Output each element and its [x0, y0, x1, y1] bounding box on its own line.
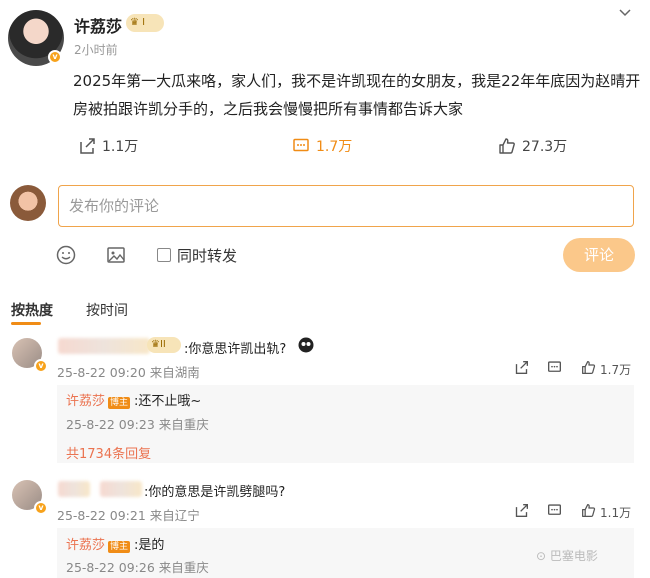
- crown-icon: ♛ I: [126, 14, 164, 32]
- like-count: 27.3万: [522, 139, 568, 155]
- comment-button[interactable]: 1.7万: [292, 136, 352, 156]
- share-button[interactable]: [514, 503, 529, 521]
- author-name[interactable]: 许荔莎: [74, 13, 122, 37]
- repost-checkbox[interactable]: [157, 248, 171, 262]
- reply-meta: 25-8-22 09:23 来自重庆: [66, 417, 209, 432]
- share-button[interactable]: 1.1万: [78, 136, 138, 156]
- more-replies-link[interactable]: 共1734条回复: [66, 443, 151, 462]
- emoji-icon: [298, 337, 314, 357]
- like-icon: [581, 503, 596, 521]
- image-icon[interactable]: [106, 245, 126, 269]
- verified-icon: v: [48, 50, 62, 64]
- commenter-name[interactable]: [58, 481, 90, 497]
- comment-icon: [292, 137, 310, 155]
- reply-text: :还不止哦~: [134, 394, 202, 409]
- verified-icon: v: [34, 501, 48, 515]
- comment-meta: 25-8-22 09:20 来自湖南: [57, 365, 200, 380]
- like-count: 1.1万: [600, 505, 632, 520]
- comment-input[interactable]: 发布你的评论: [58, 185, 634, 227]
- watermark: ⊙ 巴塞电影: [536, 549, 598, 563]
- comment-icon: [547, 503, 562, 521]
- post-text: 2025年第一大瓜来咯，家人们，我不是许凯现在的女朋友，我是22年年底因为赵晴开…: [73, 72, 641, 118]
- blogger-tag: 博主: [108, 541, 131, 553]
- submit-comment-button[interactable]: 评论: [563, 238, 635, 272]
- emoji-icon[interactable]: [56, 245, 76, 269]
- tab-sort-hot[interactable]: 按热度: [11, 300, 53, 320]
- crown-icon: ♛II: [147, 337, 181, 353]
- like-icon: [581, 360, 596, 378]
- share-count: 1.1万: [102, 139, 139, 155]
- comment-meta: 25-8-22 09:21 来自辽宁: [57, 508, 200, 523]
- tab-sort-time[interactable]: 按时间: [86, 300, 128, 320]
- verified-icon: v: [34, 359, 48, 373]
- reply-button[interactable]: [547, 360, 562, 378]
- like-count: 1.7万: [600, 362, 632, 377]
- post-time: 2小时前: [74, 43, 118, 57]
- watermark-text: 巴塞电影: [549, 549, 598, 563]
- share-icon: [78, 137, 96, 155]
- like-button[interactable]: 1.7万: [581, 360, 631, 378]
- reply-line: 许荔莎 博主:还不止哦~: [66, 390, 201, 409]
- comment-icon: [547, 360, 562, 378]
- reply-text: :是的: [134, 538, 165, 553]
- chevron-down-icon[interactable]: [618, 6, 632, 22]
- commenter-name[interactable]: [58, 338, 150, 354]
- comment-text: :你意思许凯出轨?: [184, 342, 287, 357]
- like-button[interactable]: 27.3万: [498, 136, 567, 156]
- reply-meta: 25-8-22 09:26 来自重庆: [66, 560, 209, 575]
- commenter-name-extra: [100, 481, 142, 497]
- comment-count: 1.7万: [316, 139, 353, 155]
- my-avatar: [10, 185, 46, 221]
- comment-text: :你的意思是许凯劈腿吗?: [144, 485, 286, 500]
- like-button[interactable]: 1.1万: [581, 503, 631, 521]
- reply-button[interactable]: [547, 503, 562, 521]
- reply-author[interactable]: 许荔莎: [66, 538, 105, 553]
- share-icon: [514, 503, 529, 521]
- share-icon: [514, 360, 529, 378]
- blogger-tag: 博主: [108, 397, 131, 409]
- level-badge: II: [159, 339, 166, 350]
- like-icon: [498, 137, 516, 155]
- reply-line: 许荔莎 博主:是的: [66, 534, 164, 553]
- reply-author[interactable]: 许荔莎: [66, 394, 105, 409]
- repost-label[interactable]: 同时转发: [177, 245, 237, 266]
- active-tab-indicator: [11, 322, 41, 325]
- share-button[interactable]: [514, 360, 529, 378]
- level-badge: I: [142, 17, 146, 28]
